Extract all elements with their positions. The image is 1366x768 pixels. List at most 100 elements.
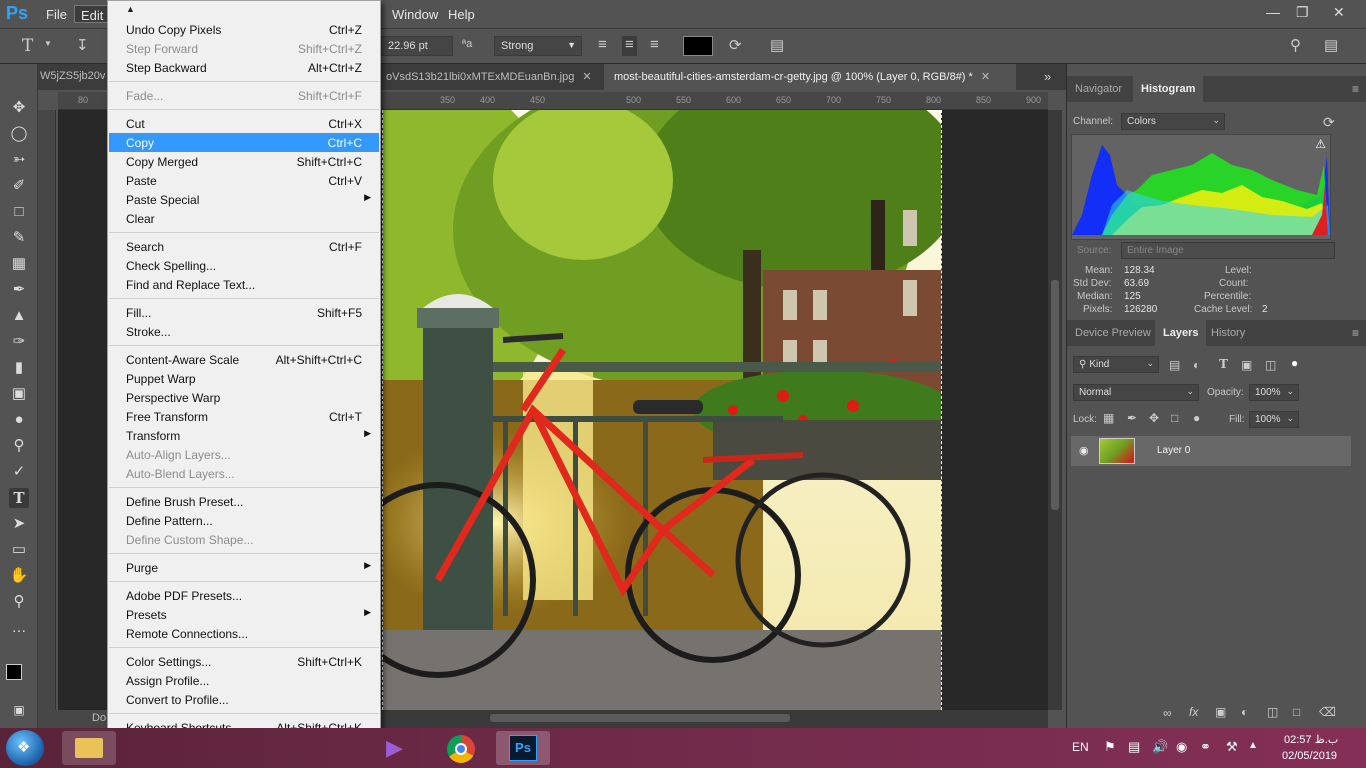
menu-item-perspective-warp[interactable]: Perspective Warp xyxy=(109,388,379,407)
warp-text-icon[interactable]: ⟳ xyxy=(729,36,742,56)
quick-mask-icon[interactable]: ▣ xyxy=(9,700,29,720)
layer-row[interactable]: ◉ Layer 0 xyxy=(1071,436,1351,466)
menu-item-copy-merged[interactable]: Copy Merged Shift+Ctrl+C xyxy=(109,152,379,171)
text-color-swatch[interactable] xyxy=(683,36,713,56)
menu-item-define-brush-preset[interactable]: Define Brush Preset... xyxy=(109,492,379,511)
refresh-icon[interactable]: ⟳ xyxy=(1323,114,1335,131)
eyedropper-tool-icon[interactable]: ✎ xyxy=(9,228,29,248)
filter-pixel-icon[interactable]: ▤ xyxy=(1169,358,1180,372)
history-brush-tool-icon[interactable]: ✑ xyxy=(9,332,29,352)
clone-stamp-tool-icon[interactable]: ▲ xyxy=(9,306,29,326)
character-panel-icon[interactable]: ▤ xyxy=(770,36,784,56)
tab-history[interactable]: History xyxy=(1203,320,1253,346)
security-icon[interactable]: ◉ xyxy=(1176,739,1187,755)
more-tabs-icon[interactable]: » xyxy=(1044,69,1051,84)
lock-artboard-icon[interactable]: □ xyxy=(1171,411,1178,425)
antialias-select[interactable]: Strong ▼ xyxy=(494,36,582,56)
menu-item-find-and-replace-text[interactable]: Find and Replace Text... xyxy=(109,275,379,294)
filter-toggle-icon[interactable]: ● xyxy=(1291,356,1298,370)
fill-field[interactable]: 100% ⌄ xyxy=(1249,411,1299,428)
taskbar-visual-studio[interactable]: ▶ xyxy=(372,731,426,765)
filter-shape-icon[interactable]: ▣ xyxy=(1241,358,1252,372)
menu-item-copy[interactable]: Copy Ctrl+C xyxy=(109,133,379,152)
menu-item-check-spelling[interactable]: Check Spelling... xyxy=(109,256,379,275)
type-tool-preset-icon[interactable]: T xyxy=(22,36,33,56)
crop-tool-icon[interactable]: □ xyxy=(9,202,29,222)
menu-item-search[interactable]: Search Ctrl+F xyxy=(109,237,379,256)
tab-histogram[interactable]: Histogram xyxy=(1133,76,1204,102)
source-select[interactable]: Entire Image xyxy=(1121,242,1335,259)
menu-item-assign-profile[interactable]: Assign Profile... xyxy=(109,671,379,690)
volume-icon[interactable]: 🔊 xyxy=(1152,739,1168,755)
taskbar-chrome[interactable] xyxy=(434,731,488,765)
document-image[interactable] xyxy=(382,110,942,710)
taskbar-photoshop[interactable]: Ps xyxy=(496,731,550,765)
search-icon[interactable]: ⚲ xyxy=(1290,36,1301,56)
move-tool-icon[interactable]: ✥ xyxy=(9,98,29,118)
tab-layers[interactable]: Layers xyxy=(1155,320,1207,346)
gradient-tool-icon[interactable]: ▣ xyxy=(9,384,29,404)
tab-document-active[interactable]: most-beautiful-cities-amsterdam-cr-getty… xyxy=(604,64,1016,90)
menu-item-content-aware-scale[interactable]: Content-Aware Scale Alt+Shift+Ctrl+C xyxy=(109,350,379,369)
menu-item-puppet-warp[interactable]: Puppet Warp xyxy=(109,369,379,388)
marquee-tool-icon[interactable]: ◯ xyxy=(9,124,29,144)
taskbar-explorer[interactable] xyxy=(62,731,116,765)
menu-file[interactable]: File xyxy=(40,5,73,23)
more-tools-icon[interactable]: … xyxy=(9,618,29,638)
dodge-tool-icon[interactable]: ⚲ xyxy=(9,436,29,456)
restore-icon[interactable]: ❐ xyxy=(1296,4,1309,21)
align-center-icon[interactable]: ≡ xyxy=(622,36,637,56)
brush-tool-icon[interactable]: ✒ xyxy=(9,280,29,300)
show-hidden-icons[interactable]: ▲ xyxy=(1248,740,1258,751)
clock-time[interactable]: 02:57 ب.ظ xyxy=(1284,733,1338,746)
eraser-tool-icon[interactable]: ▮ xyxy=(9,358,29,378)
scroll-thumb[interactable] xyxy=(1051,280,1059,510)
lasso-tool-icon[interactable]: ➳ xyxy=(9,150,29,170)
close-icon[interactable]: ✕ xyxy=(582,71,591,83)
align-right-icon[interactable]: ≡ xyxy=(650,36,659,56)
menu-item-cut[interactable]: Cut Ctrl+X xyxy=(109,114,379,133)
lock-transparent-icon[interactable]: ▦ xyxy=(1103,411,1114,425)
pen-tool-icon[interactable]: ✓ xyxy=(9,462,29,482)
menu-item-clear[interactable]: Clear xyxy=(109,209,379,228)
lock-all-icon[interactable]: ● xyxy=(1193,411,1200,425)
workspace-icon[interactable]: ▤ xyxy=(1324,36,1338,56)
close-icon[interactable]: ✕ xyxy=(981,71,990,83)
menu-window[interactable]: Window xyxy=(386,5,444,23)
lock-image-icon[interactable]: ✒ xyxy=(1127,411,1137,425)
filter-adjustment-icon[interactable]: ◐ xyxy=(1193,358,1200,372)
lock-position-icon[interactable]: ✥ xyxy=(1149,411,1159,425)
align-left-icon[interactable]: ≡ xyxy=(598,36,607,56)
channel-select[interactable]: Colors ⌄ xyxy=(1121,113,1225,130)
tab-navigator[interactable]: Navigator xyxy=(1067,76,1130,102)
scroll-thumb[interactable] xyxy=(490,714,790,722)
filter-kind-select[interactable]: ⚲ Kind ⌄ xyxy=(1073,356,1159,373)
font-size-field[interactable]: 22.96 pt xyxy=(381,36,453,56)
hand-tool-icon[interactable]: ✋ xyxy=(9,566,29,586)
menu-item-transform[interactable]: Transform ▶ xyxy=(109,426,379,445)
clock-date[interactable]: 02/05/2019 xyxy=(1282,750,1337,762)
filter-type-icon[interactable]: T xyxy=(1219,357,1228,371)
new-group-icon[interactable]: ◫ xyxy=(1267,705,1278,719)
menu-item-convert-to-profile[interactable]: Convert to Profile... xyxy=(109,690,379,709)
healing-brush-tool-icon[interactable]: ▦ xyxy=(9,254,29,274)
delete-layer-icon[interactable]: ⌫ xyxy=(1319,705,1336,719)
scroll-up-arrow-icon[interactable]: ▲ xyxy=(126,4,135,14)
start-button[interactable]: ❖ xyxy=(6,730,44,766)
blend-mode-select[interactable]: Normal ⌄ xyxy=(1073,384,1199,401)
horizontal-scrollbar[interactable] xyxy=(380,710,1048,728)
panel-menu-icon[interactable]: ≡ xyxy=(1352,82,1359,96)
menu-item-define-pattern[interactable]: Define Pattern... xyxy=(109,511,379,530)
menu-item-adobe-pdf-presets[interactable]: Adobe PDF Presets... xyxy=(109,586,379,605)
menu-item-undo-copy-pixels[interactable]: Undo Copy Pixels Ctrl+Z xyxy=(109,20,379,39)
usb-icon[interactable]: ⚭ xyxy=(1200,739,1211,755)
menu-item-free-transform[interactable]: Free Transform Ctrl+T xyxy=(109,407,379,426)
menu-item-step-backward[interactable]: Step Backward Alt+Ctrl+Z xyxy=(109,58,379,77)
tab-device-preview[interactable]: Device Preview xyxy=(1067,320,1159,346)
type-tool-icon[interactable]: T xyxy=(9,488,29,508)
foreground-color-swatch[interactable] xyxy=(6,664,22,680)
menu-item-paste-special[interactable]: Paste Special ▶ xyxy=(109,190,379,209)
panel-menu-icon[interactable]: ≡ xyxy=(1352,326,1359,340)
tab-document-1[interactable]: W5jZS5jb20v xyxy=(38,64,108,90)
add-mask-icon[interactable]: ▣ xyxy=(1215,705,1226,719)
